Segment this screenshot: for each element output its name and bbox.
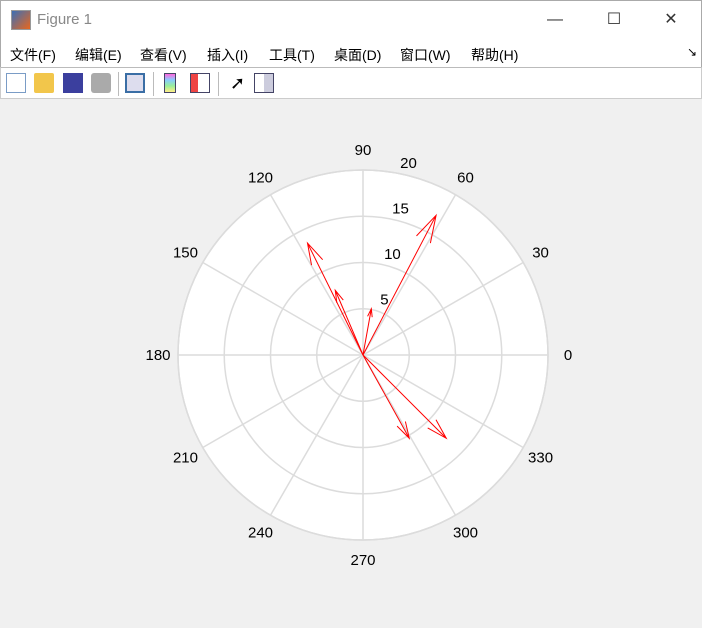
angle-tick-label: 90 xyxy=(355,142,372,159)
angle-tick-label: 240 xyxy=(248,525,273,542)
compass-plot: 0 30 60 90 120 150 180 210 240 270 300 330 5 10 15 20 xyxy=(145,142,572,569)
angle-tick-label: 270 xyxy=(350,552,375,569)
angle-tick-label: 330 xyxy=(528,450,553,467)
angle-tick-label: 60 xyxy=(457,169,474,186)
radial-tick-label: 20 xyxy=(400,155,417,172)
angle-tick-label: 180 xyxy=(145,347,170,364)
angle-tick-label: 150 xyxy=(173,245,198,262)
radial-tick-label: 5 xyxy=(380,292,388,309)
angle-tick-label: 300 xyxy=(453,525,478,542)
radial-tick-label: 15 xyxy=(392,200,409,217)
angle-tick-label: 30 xyxy=(532,245,549,262)
angle-tick-label: 0 xyxy=(564,347,572,364)
angle-tick-label: 210 xyxy=(173,450,198,467)
radial-tick-label: 10 xyxy=(384,246,401,263)
angle-tick-label: 120 xyxy=(248,169,273,186)
